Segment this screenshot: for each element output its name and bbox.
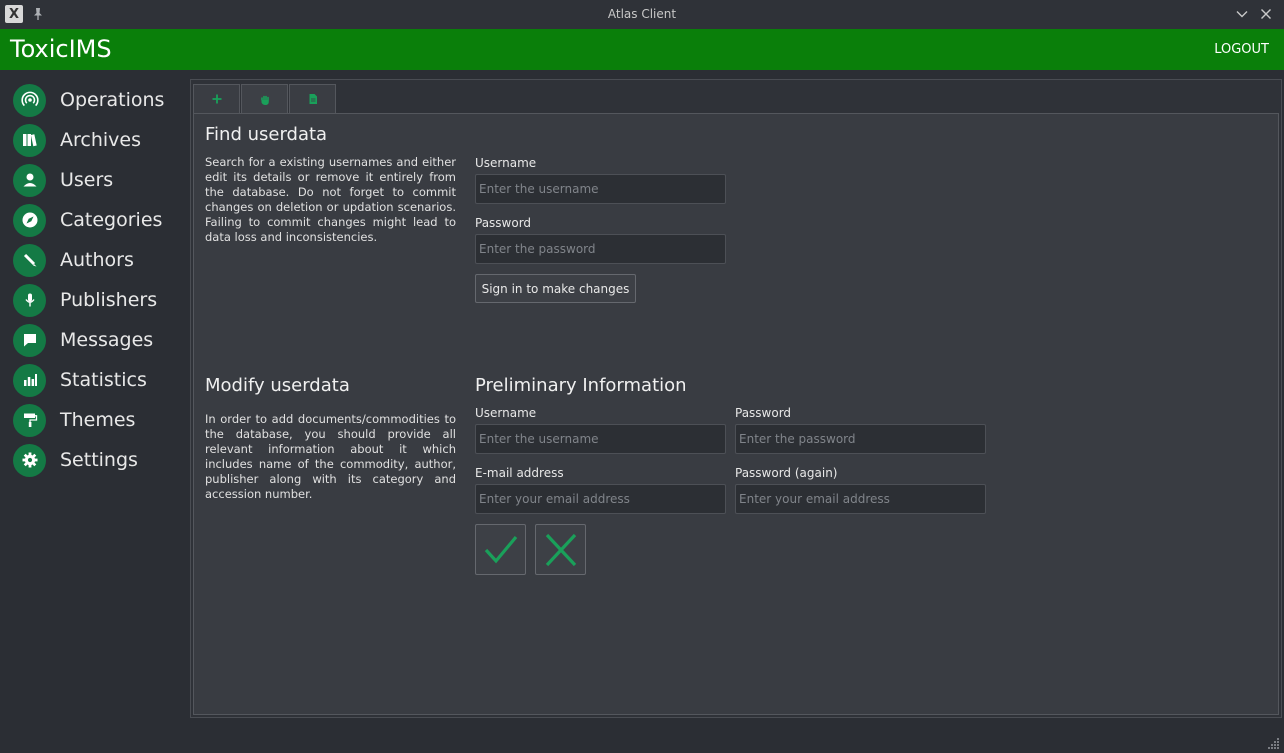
confirm-button[interactable]	[475, 524, 526, 575]
hand-icon	[260, 95, 269, 105]
password-again-label: Password (again)	[735, 466, 838, 480]
sidebar-item-operations[interactable]: Operations	[13, 83, 185, 117]
app-header: ToxicIMS LOGOUT	[0, 29, 1284, 70]
sidebar-item-label: Authors	[60, 249, 134, 271]
modify-username-input[interactable]	[475, 424, 726, 454]
sidebar-item-label: Archives	[60, 129, 141, 151]
modify-username-label: Username	[475, 406, 537, 420]
bar-chart-icon	[13, 363, 46, 397]
tab-content: Find userdata Search for a existing user…	[193, 113, 1279, 715]
find-password-input[interactable]	[475, 234, 726, 264]
modify-userdata-description: In order to add documents/commodities to…	[205, 412, 456, 501]
sidebar-item-label: Users	[60, 169, 114, 191]
minimize-icon[interactable]	[1235, 7, 1249, 21]
gear-icon	[13, 443, 46, 477]
microphone-icon	[13, 283, 46, 317]
plus-icon	[212, 94, 221, 104]
window-titlebar: X Atlas Client	[0, 0, 1284, 29]
find-userdata-title: Find userdata	[205, 124, 328, 145]
compass-icon	[13, 203, 46, 237]
find-username-label: Username	[475, 156, 537, 170]
resize-grip-icon[interactable]	[1268, 737, 1280, 749]
tab-documents[interactable]	[289, 84, 336, 113]
password-again-input[interactable]	[735, 484, 986, 514]
modify-password-label: Password	[735, 406, 792, 420]
cancel-button[interactable]	[535, 524, 586, 575]
user-icon	[13, 163, 46, 197]
sidebar-item-themes[interactable]: Themes	[13, 403, 185, 437]
sidebar-item-users[interactable]: Users	[13, 163, 185, 197]
sidebar-item-label: Messages	[60, 329, 154, 351]
sidebar-item-label: Operations	[60, 89, 165, 111]
cross-icon	[545, 533, 576, 566]
sidebar-item-label: Publishers	[60, 289, 158, 311]
sidebar-item-label: Statistics	[60, 369, 147, 391]
sidebar-item-messages[interactable]: Messages	[13, 323, 185, 357]
tab-add[interactable]	[193, 84, 240, 113]
sidebar-item-categories[interactable]: Categories	[13, 203, 185, 237]
modify-password-input[interactable]	[735, 424, 986, 454]
sidebar-item-publishers[interactable]: Publishers	[13, 283, 185, 317]
close-icon[interactable]	[1259, 7, 1273, 21]
sidebar-item-label: Settings	[60, 449, 138, 471]
checkmark-icon	[484, 535, 517, 563]
sidebar-item-authors[interactable]: Authors	[13, 243, 185, 277]
preliminary-info-title: Preliminary Information	[475, 375, 687, 396]
tab-manage[interactable]	[241, 84, 288, 114]
main-panel: Find userdata Search for a existing user…	[190, 79, 1282, 718]
sidebar-item-statistics[interactable]: Statistics	[13, 363, 185, 397]
sidebar-item-label: Themes	[60, 409, 136, 431]
sign-in-button[interactable]: Sign in to make changes	[475, 274, 636, 303]
brand-title: ToxicIMS	[10, 35, 112, 63]
paint-roller-icon	[13, 403, 46, 437]
books-icon	[13, 123, 46, 157]
find-password-label: Password	[475, 216, 532, 230]
email-label: E-mail address	[475, 466, 564, 480]
sidebar-item-label: Categories	[60, 209, 163, 231]
sidebar-item-settings[interactable]: Settings	[13, 443, 185, 477]
broadcast-icon	[13, 83, 46, 117]
chat-icon	[13, 323, 46, 357]
find-username-input[interactable]	[475, 174, 726, 204]
find-userdata-description: Search for a existing usernames and eith…	[205, 155, 456, 244]
email-input[interactable]	[475, 484, 726, 514]
modify-userdata-title: Modify userdata	[205, 375, 350, 396]
logout-button[interactable]: LOGOUT	[1214, 42, 1269, 57]
sidebar-item-archives[interactable]: Archives	[13, 123, 185, 157]
pencil-icon	[13, 243, 46, 277]
document-icon	[309, 94, 317, 104]
window-title: Atlas Client	[607, 7, 677, 21]
